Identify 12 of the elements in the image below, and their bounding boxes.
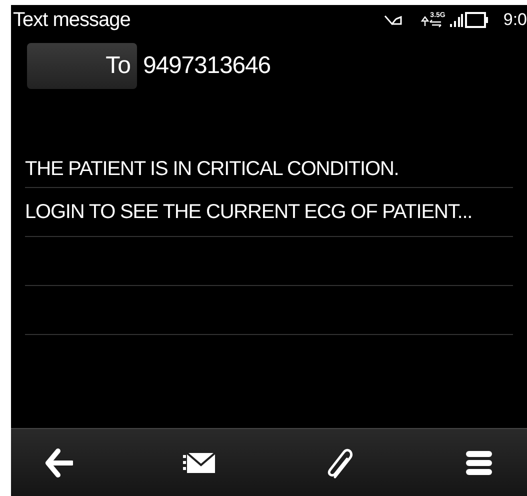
recipient-number: 9497313646 xyxy=(143,51,270,81)
app-title: Text message xyxy=(13,8,130,33)
menu-icon[interactable] xyxy=(465,450,493,476)
message-indicator-icon xyxy=(384,14,402,26)
message-text: LOGIN TO SEE THE CURRENT ECG OF PATIENT... xyxy=(25,200,472,225)
clock: 9:0 xyxy=(503,9,527,32)
envelope-icon[interactable] xyxy=(183,452,215,474)
battery-icon xyxy=(465,12,490,28)
signal-icon xyxy=(449,13,464,27)
message-text: THE PATIENT IS IN CRITICAL CONDITION. xyxy=(25,157,399,182)
to-button[interactable]: To xyxy=(27,43,137,89)
back-arrow-icon[interactable] xyxy=(45,448,73,478)
